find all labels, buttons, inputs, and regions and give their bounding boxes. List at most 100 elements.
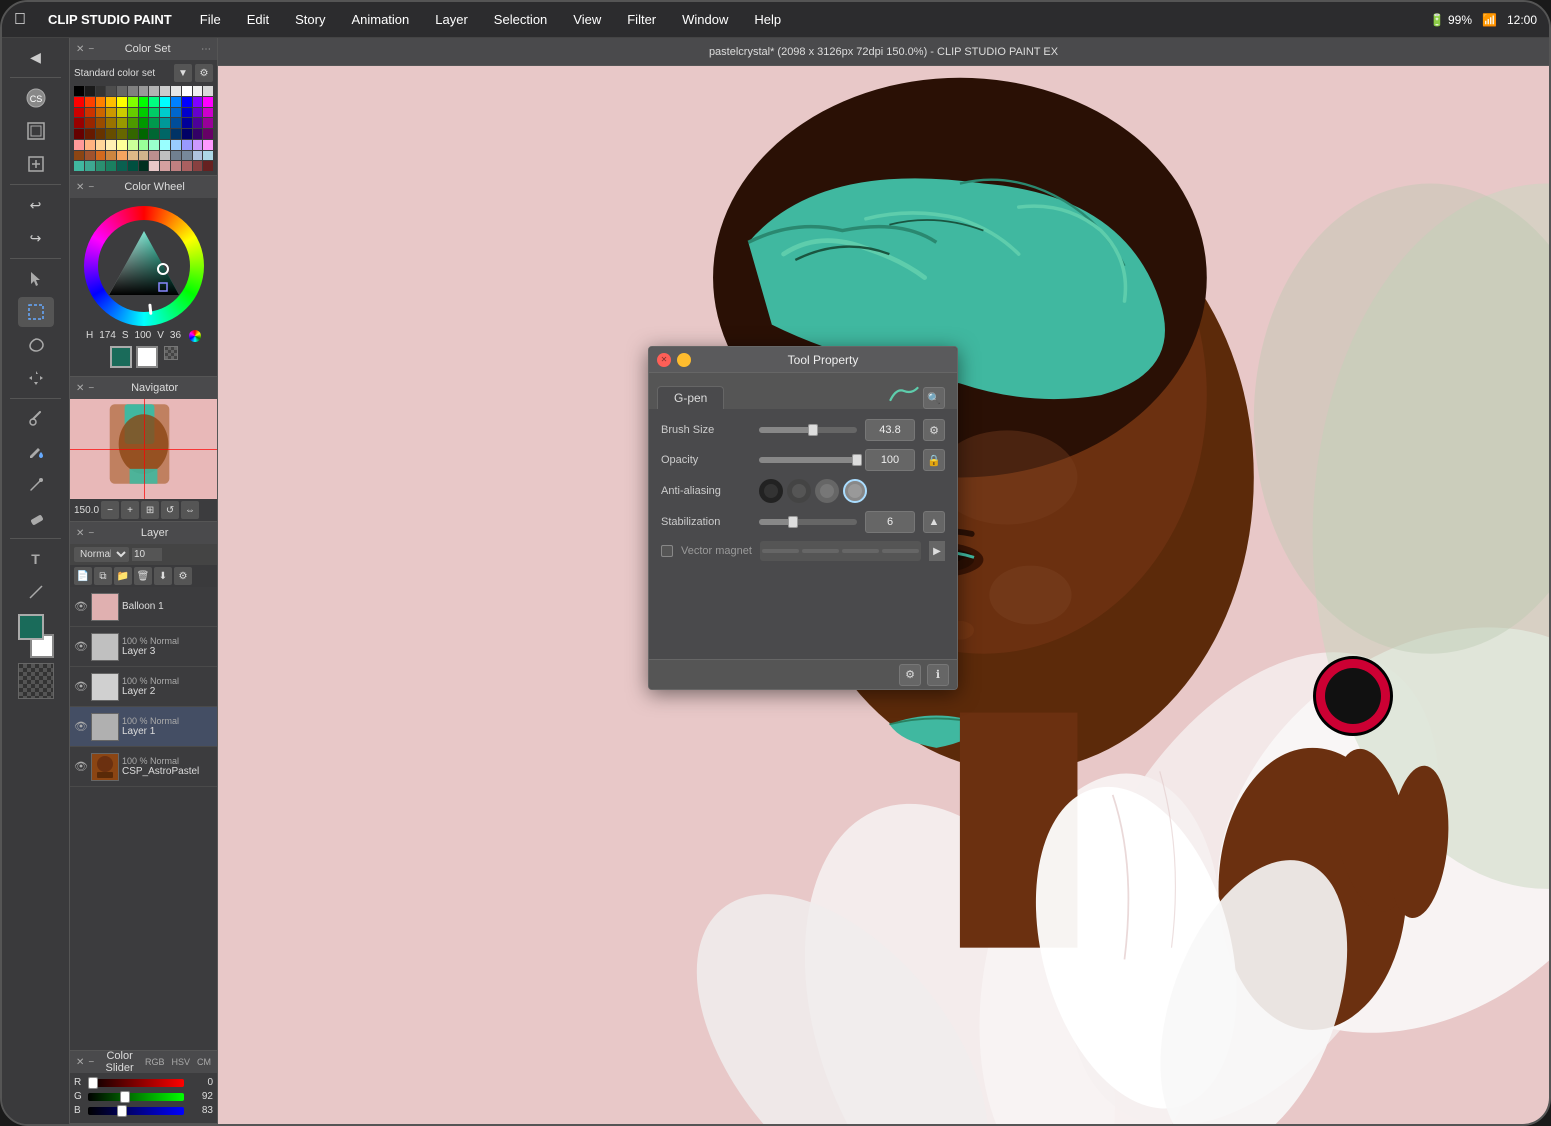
- menu-file[interactable]: File: [196, 10, 225, 29]
- layer-settings-button[interactable]: ⚙: [174, 567, 192, 585]
- layer-blend-mode-select[interactable]: Normal Multiply Screen Overlay: [74, 547, 129, 562]
- lasso-tool[interactable]: [18, 330, 54, 360]
- color-wheel-widget[interactable]: [84, 206, 204, 326]
- color-slider-minimize[interactable]: −: [88, 1057, 94, 1068]
- fit-button[interactable]: ⊞: [141, 501, 159, 519]
- canvas-content[interactable]: ✕ Tool Property G-pen: [218, 66, 1549, 1124]
- color-cell[interactable]: [182, 129, 192, 139]
- color-cell[interactable]: [85, 151, 95, 161]
- color-cell[interactable]: [96, 118, 106, 128]
- color-cell[interactable]: [74, 97, 84, 107]
- stabilization-thumb[interactable]: [788, 516, 798, 528]
- color-cell[interactable]: [193, 86, 203, 96]
- stabilization-up[interactable]: ▲: [923, 511, 945, 533]
- layer-item-balloon1[interactable]: 👁 Balloon 1: [70, 587, 217, 627]
- menu-story[interactable]: Story: [291, 10, 329, 29]
- color-set-menu[interactable]: ⋯: [201, 44, 211, 55]
- color-cell[interactable]: [128, 97, 138, 107]
- color-cell[interactable]: [117, 161, 127, 171]
- layer-item-layer2[interactable]: 👁 100 % Normal Layer 2: [70, 667, 217, 707]
- menu-edit[interactable]: Edit: [243, 10, 273, 29]
- navigator-close[interactable]: ✕: [76, 383, 84, 394]
- color-cell[interactable]: [182, 161, 192, 171]
- layer-item-csp[interactable]: 👁 100 % Normal CSP_AstroPastel: [70, 747, 217, 787]
- color-cell[interactable]: [149, 97, 159, 107]
- color-cell[interactable]: [149, 118, 159, 128]
- flip-button[interactable]: ⇔: [181, 501, 199, 519]
- color-cell[interactable]: [106, 151, 116, 161]
- menu-selection[interactable]: Selection: [490, 10, 551, 29]
- color-cell[interactable]: [106, 86, 116, 96]
- color-cell[interactable]: [160, 161, 170, 171]
- stabilization-slider[interactable]: [759, 519, 857, 525]
- color-cell[interactable]: [182, 140, 192, 150]
- color-cell[interactable]: [74, 108, 84, 118]
- layer-visibility-layer1[interactable]: 👁: [74, 720, 88, 734]
- color-cell[interactable]: [193, 161, 203, 171]
- aa-low[interactable]: [787, 479, 811, 503]
- layer-visibility-csp[interactable]: 👁: [74, 760, 88, 774]
- color-cell[interactable]: [96, 108, 106, 118]
- color-cell[interactable]: [85, 140, 95, 150]
- color-cell[interactable]: [96, 161, 106, 171]
- color-set-settings[interactable]: ⚙: [195, 64, 213, 82]
- color-cell[interactable]: [128, 129, 138, 139]
- color-cell[interactable]: [85, 108, 95, 118]
- eraser-tool[interactable]: [18, 503, 54, 533]
- color-cell[interactable]: [203, 86, 213, 96]
- color-cell[interactable]: [128, 151, 138, 161]
- color-cell[interactable]: [74, 140, 84, 150]
- color-cell[interactable]: [182, 108, 192, 118]
- color-cell[interactable]: [149, 86, 159, 96]
- color-cell[interactable]: [203, 151, 213, 161]
- color-cell[interactable]: [160, 97, 170, 107]
- color-cell[interactable]: [139, 161, 149, 171]
- tp-tab-gpen[interactable]: G-pen: [657, 386, 724, 409]
- rotate-button[interactable]: ↺: [161, 501, 179, 519]
- color-cell[interactable]: [193, 97, 203, 107]
- ruler-tool[interactable]: [18, 577, 54, 607]
- color-cell[interactable]: [106, 140, 116, 150]
- color-cell[interactable]: [139, 140, 149, 150]
- color-cell[interactable]: [85, 161, 95, 171]
- color-cell[interactable]: [139, 118, 149, 128]
- color-cell[interactable]: [96, 86, 106, 96]
- color-cell[interactable]: [193, 129, 203, 139]
- color-cell[interactable]: [171, 108, 181, 118]
- blue-slider-thumb[interactable]: [117, 1105, 127, 1117]
- opacity-thumb[interactable]: [852, 454, 862, 466]
- green-slider-track[interactable]: [88, 1093, 184, 1101]
- color-cell[interactable]: [74, 118, 84, 128]
- color-cell[interactable]: [96, 129, 106, 139]
- color-cell[interactable]: [139, 86, 149, 96]
- aa-medium[interactable]: [815, 479, 839, 503]
- color-cell[interactable]: [106, 118, 116, 128]
- color-cell[interactable]: [193, 118, 203, 128]
- color-cell[interactable]: [203, 118, 213, 128]
- fg-swatch[interactable]: [110, 346, 132, 368]
- color-cell[interactable]: [85, 97, 95, 107]
- tp-close-button[interactable]: ✕: [657, 353, 671, 367]
- color-cell[interactable]: [128, 161, 138, 171]
- color-cell[interactable]: [149, 129, 159, 139]
- color-cell[interactable]: [171, 151, 181, 161]
- color-cell[interactable]: [128, 108, 138, 118]
- layer-folder-button[interactable]: 📁: [114, 567, 132, 585]
- layer-close[interactable]: ✕: [76, 528, 84, 539]
- color-cell[interactable]: [85, 86, 95, 96]
- color-set-minimize[interactable]: −: [88, 44, 94, 55]
- color-cell[interactable]: [160, 86, 170, 96]
- opacity-lock[interactable]: 🔒: [923, 449, 945, 471]
- layer-minimize[interactable]: −: [88, 528, 94, 539]
- red-slider-thumb[interactable]: [88, 1077, 98, 1089]
- color-cell[interactable]: [203, 140, 213, 150]
- aa-none[interactable]: [759, 479, 783, 503]
- color-set-dropdown[interactable]: ▼: [174, 64, 192, 82]
- clip-studio-button[interactable]: CS: [18, 83, 54, 113]
- redo-button[interactable]: ↪: [18, 223, 54, 253]
- blue-slider-track[interactable]: [88, 1107, 184, 1115]
- color-cell[interactable]: [203, 161, 213, 171]
- brush-size-thumb[interactable]: [808, 424, 818, 436]
- color-cell[interactable]: [106, 161, 116, 171]
- zoom-fit-button[interactable]: [18, 116, 54, 146]
